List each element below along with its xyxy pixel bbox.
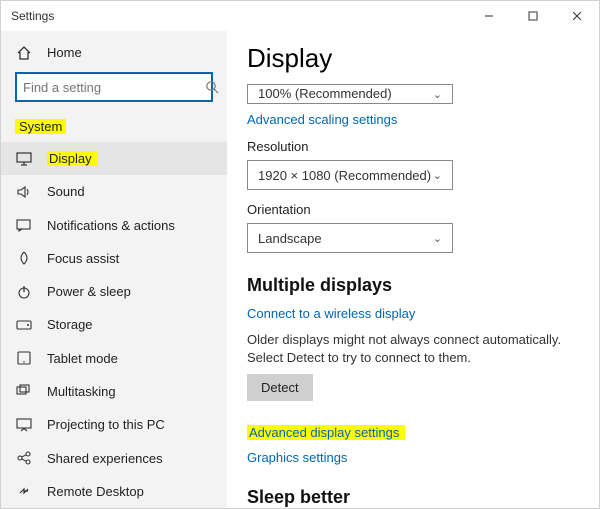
sidebar-item-notifications[interactable]: Notifications & actions <box>1 208 227 241</box>
page-title: Display <box>247 43 575 74</box>
section-label: System <box>1 110 227 141</box>
sidebar-item-label: Notifications & actions <box>47 218 175 233</box>
sidebar-item-multitasking[interactable]: Multitasking <box>1 375 227 408</box>
display-icon <box>15 152 33 166</box>
detect-help-text: Older displays might not always connect … <box>247 331 567 366</box>
tablet-icon <box>15 351 33 365</box>
sidebar: Home System Display <box>1 31 227 508</box>
body: Home System Display <box>1 31 599 508</box>
scale-value: 100% (Recommended) <box>258 86 392 101</box>
minimize-button[interactable] <box>467 1 511 31</box>
resolution-label: Resolution <box>247 139 575 154</box>
sidebar-item-sound[interactable]: Sound <box>1 175 227 208</box>
sidebar-item-label: Tablet mode <box>47 351 118 366</box>
sidebar-item-power-sleep[interactable]: Power & sleep <box>1 275 227 308</box>
home-label: Home <box>47 45 82 60</box>
orientation-label: Orientation <box>247 202 575 217</box>
sidebar-item-focus-assist[interactable]: Focus assist <box>1 242 227 275</box>
search-input[interactable] <box>17 80 205 95</box>
window-title: Settings <box>11 9 54 23</box>
storage-icon <box>15 320 33 330</box>
sidebar-item-storage[interactable]: Storage <box>1 308 227 341</box>
sidebar-item-shared[interactable]: Shared experiences <box>1 441 227 474</box>
home-button[interactable]: Home <box>1 37 227 68</box>
window-controls <box>467 1 599 31</box>
multitasking-icon <box>15 384 33 398</box>
advanced-scaling-link[interactable]: Advanced scaling settings <box>247 112 397 127</box>
power-icon <box>15 284 33 300</box>
sidebar-item-tablet[interactable]: Tablet mode <box>1 342 227 375</box>
sidebar-item-label: Projecting to this PC <box>47 417 165 432</box>
sidebar-item-remote[interactable]: Remote Desktop <box>1 475 227 508</box>
sidebar-item-label: Multitasking <box>47 384 116 399</box>
orientation-value: Landscape <box>258 231 322 246</box>
advanced-display-link[interactable]: Advanced display settings <box>247 425 405 440</box>
remote-icon <box>15 484 33 498</box>
sidebar-item-label: Storage <box>47 317 93 332</box>
section-system: System <box>15 119 66 134</box>
settings-window: Settings Home <box>0 0 600 509</box>
sidebar-item-label: Focus assist <box>47 251 119 266</box>
search-icon <box>205 80 219 94</box>
resolution-value: 1920 × 1080 (Recommended) <box>258 168 431 183</box>
sidebar-item-display[interactable]: Display <box>1 142 227 175</box>
sidebar-item-label: Sound <box>47 184 85 199</box>
sleep-better-heading: Sleep better <box>247 487 575 508</box>
sound-icon <box>15 185 33 199</box>
graphics-settings-link[interactable]: Graphics settings <box>247 450 347 465</box>
search-box[interactable] <box>15 72 213 102</box>
content: Display 100% (Recommended) ⌄ Advanced sc… <box>227 31 599 508</box>
sidebar-item-projecting[interactable]: Projecting to this PC <box>1 408 227 441</box>
orientation-dropdown[interactable]: Landscape ⌄ <box>247 223 453 253</box>
multiple-displays-heading: Multiple displays <box>247 275 575 296</box>
shared-icon <box>15 451 33 465</box>
chevron-down-icon: ⌄ <box>433 232 442 245</box>
search-wrap <box>1 68 227 110</box>
detect-button[interactable]: Detect <box>247 374 313 401</box>
connect-wireless-link[interactable]: Connect to a wireless display <box>247 306 415 321</box>
focus-icon <box>15 250 33 266</box>
close-button[interactable] <box>555 1 599 31</box>
resolution-dropdown[interactable]: 1920 × 1080 (Recommended) ⌄ <box>247 160 453 190</box>
maximize-button[interactable] <box>511 1 555 31</box>
projecting-icon <box>15 418 33 432</box>
chevron-down-icon: ⌄ <box>433 169 442 182</box>
notifications-icon <box>15 218 33 232</box>
sidebar-item-label: Power & sleep <box>47 284 131 299</box>
sidebar-item-label: Display <box>47 151 98 166</box>
titlebar: Settings <box>1 1 599 31</box>
sidebar-item-label: Shared experiences <box>47 451 163 466</box>
chevron-down-icon: ⌄ <box>433 88 442 101</box>
home-icon <box>15 45 33 61</box>
sidebar-item-label: Remote Desktop <box>47 484 144 499</box>
scale-dropdown[interactable]: 100% (Recommended) ⌄ <box>247 84 453 104</box>
